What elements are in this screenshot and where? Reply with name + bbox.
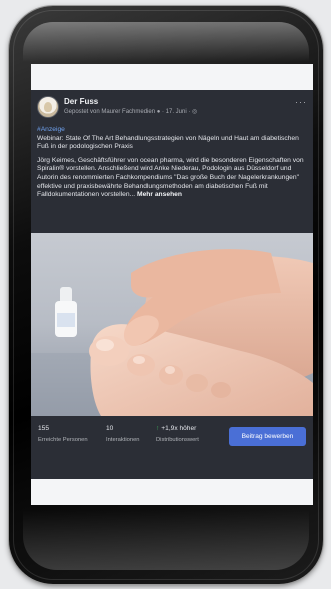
reach-value: 155 [38, 425, 50, 432]
hashtag-link[interactable]: #Anzeige [37, 126, 307, 135]
facebook-post: Der Fuss Gepostet von Maurer Fachmedien … [31, 90, 313, 479]
interactions-label: Interaktionen [106, 437, 140, 443]
interactions-value: 10 [106, 425, 114, 432]
page: Der Fuss Gepostet von Maurer Fachmedien … [0, 0, 331, 589]
reach-stat[interactable]: 155 Erreichte Personen [38, 425, 88, 443]
more-options-icon[interactable]: ··· [295, 98, 307, 107]
post-insights-bar: 155 Erreichte Personen 10 Interaktionen … [31, 416, 313, 456]
post-text: #Anzeige Webinar: State Of The Art Behan… [37, 126, 307, 200]
boost-post-button[interactable]: Beitrag bewerben [229, 427, 306, 446]
distribution-value: ↑ +1,9x höher [156, 425, 199, 432]
reach-label: Erreichte Personen [38, 437, 88, 443]
see-more-link[interactable]: Mehr ansehen [137, 191, 182, 198]
distribution-stat[interactable]: ↑ +1,9x höher Distributionswert [156, 425, 199, 443]
distribution-label: Distributionswert [156, 437, 199, 443]
distribution-value-text: +1,9x höher [161, 425, 197, 432]
post-photo-foot-treatment[interactable] [31, 233, 313, 416]
phone-screen: Der Fuss Gepostet von Maurer Fachmedien … [31, 64, 313, 505]
foot-photo-illustration [31, 233, 313, 416]
post-header: Der Fuss Gepostet von Maurer Fachmedien … [37, 96, 307, 122]
arrow-up-icon: ↑ [156, 425, 160, 432]
post-body: Jörg Keimes, Geschäftsführer von ocean p… [37, 157, 307, 200]
interactions-stat[interactable]: 10 Interaktionen [106, 425, 140, 443]
post-meta: Gepostet von Maurer Fachmedien ● · 17. J… [64, 109, 198, 115]
page-name[interactable]: Der Fuss [64, 97, 98, 106]
page-avatar[interactable] [37, 96, 59, 118]
post-title: Webinar: State Of The Art Behandlungsstr… [37, 134, 299, 151]
